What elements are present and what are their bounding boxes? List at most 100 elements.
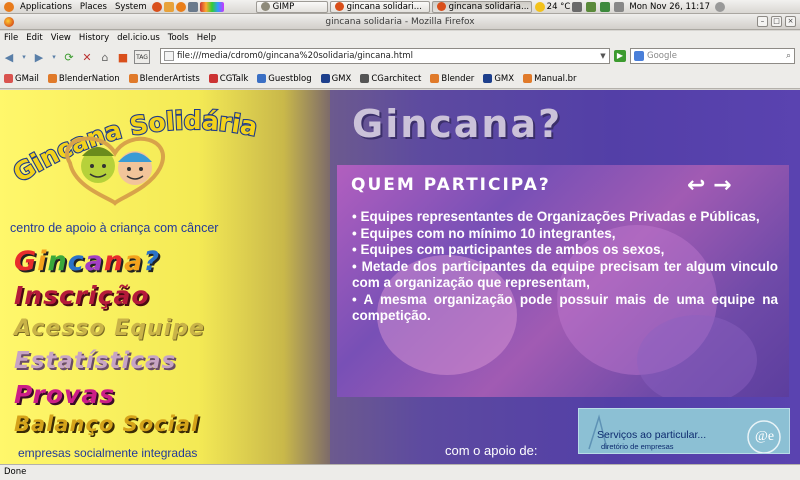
menu-tools[interactable]: Tools	[164, 33, 193, 43]
power-icon[interactable]	[715, 1, 725, 12]
firefox-icon	[334, 2, 344, 11]
url-dropdown-icon[interactable]: ▼	[597, 52, 609, 60]
nav-gincana-letter: ?	[143, 246, 161, 277]
ubuntu-logo-icon[interactable]	[4, 1, 14, 12]
firefox-launcher-icon[interactable]	[151, 1, 162, 12]
list-item: • Metade dos participantes da equipe pre…	[352, 258, 778, 291]
back-history-dropdown-icon[interactable]: ▾	[20, 50, 28, 64]
gmx-icon	[320, 74, 330, 83]
bookmark-cgarchitect[interactable]: CGarchitect	[360, 74, 421, 84]
site-logo[interactable]: Gincana Solidária	[10, 98, 330, 208]
stop-icon[interactable]: ✕	[80, 50, 94, 64]
window-title: gincana solidaria - Mozilla Firefox	[325, 16, 475, 27]
left-sidebar: Gincana Solidária centro de apoio à cria…	[0, 90, 330, 464]
back-icon[interactable]: ◀	[2, 50, 16, 64]
weather-sun-icon[interactable]	[534, 1, 545, 12]
taskbar-item-gincana-1[interactable]: gincana solidari...	[329, 0, 430, 13]
forward-history-dropdown-icon[interactable]: ▾	[50, 50, 58, 64]
system-menu[interactable]: System	[111, 2, 151, 12]
clock[interactable]: Mon Nov 26, 11:17	[629, 2, 710, 12]
bookmark-blender[interactable]: Blender	[430, 74, 474, 84]
url-bar[interactable]: file:///media/cdrom0/gincana%20solidaria…	[160, 48, 610, 64]
menu-view[interactable]: View	[47, 33, 75, 43]
bookmark-guestblog[interactable]: Guestblog	[257, 74, 312, 84]
forward-icon[interactable]: ▶	[32, 50, 46, 64]
menu-delicious[interactable]: del.icio.us	[113, 33, 164, 43]
go-button-icon[interactable]: ▶	[614, 50, 626, 62]
sponsor-banner[interactable]: @e Serviços ao particular... diretório d…	[578, 408, 790, 454]
menu-history[interactable]: History	[75, 33, 113, 43]
close-icon[interactable]: ×	[785, 16, 796, 27]
bookmark-gmail[interactable]: GMail	[4, 74, 39, 84]
nav-link-balanco-social[interactable]: Balanço Social	[14, 412, 199, 436]
update-icon[interactable]	[586, 1, 597, 12]
volume-icon[interactable]	[614, 1, 625, 12]
menubar: File Edit View History del.icio.us Tools…	[0, 31, 800, 45]
menu-file[interactable]: File	[0, 33, 22, 43]
gnome-top-panel: Applications Places System GIMP gincana …	[0, 0, 800, 14]
network-icon[interactable]	[600, 1, 611, 12]
search-engine-icon[interactable]	[634, 51, 644, 61]
participants-list: • Equipes representantes de Organizações…	[352, 209, 778, 325]
nav-gincana-letter: n	[47, 246, 68, 277]
firefox-window-icon[interactable]	[4, 17, 14, 27]
sponsor-name: Serviços ao particular...	[597, 429, 707, 441]
gimp-icon	[260, 2, 270, 11]
nav-link-provas[interactable]: Provas	[14, 380, 115, 409]
tag-button[interactable]: TAG	[134, 50, 150, 64]
nav-link-acesso-equipe[interactable]: Acesso Equipe	[14, 316, 205, 341]
nav-gincana-letter: n	[103, 246, 125, 277]
nav-gincana-letter: a	[124, 246, 144, 277]
nav-link-estatisticas[interactable]: Estatísticas	[14, 348, 176, 374]
status-text: Done	[4, 467, 27, 477]
bookmark-cgtalk[interactable]: CGTalk	[208, 74, 248, 84]
list-item: • Equipes com participantes de ambos os …	[352, 242, 665, 257]
page-favicon-icon	[164, 51, 174, 61]
maximize-icon[interactable]: □	[771, 16, 782, 27]
window-buttons: – □ ×	[757, 16, 796, 27]
menu-help[interactable]: Help	[193, 33, 220, 43]
gmx-icon	[483, 74, 493, 83]
menu-edit[interactable]: Edit	[22, 33, 46, 43]
bookmark-gmx-1[interactable]: GMX	[320, 74, 351, 84]
info-panel: QUEM PARTICIPA? ↩ → • Equipes representa…	[337, 165, 789, 397]
guestblog-icon	[257, 74, 267, 83]
window-titlebar[interactable]: gincana solidaria - Mozilla Firefox – □ …	[0, 14, 800, 30]
bookmark-manual-br[interactable]: Manual.br	[523, 74, 577, 84]
blender-launcher-icon[interactable]	[175, 1, 186, 12]
footer-tagline: empresas socialmente integradas	[18, 446, 198, 460]
bookmark-blenderartists[interactable]: BlenderArtists	[128, 74, 200, 84]
home-icon[interactable]: ⌂	[98, 50, 112, 64]
places-menu[interactable]: Places	[76, 2, 111, 12]
reload-icon[interactable]: ⟳	[62, 50, 76, 64]
gmail-icon	[4, 74, 13, 83]
weather-temperature[interactable]: 24 °C	[547, 2, 571, 12]
bookmark-blendernation[interactable]: BlenderNation	[47, 74, 120, 84]
minimize-icon[interactable]: –	[757, 16, 768, 27]
cgtalk-icon	[208, 74, 218, 83]
search-magnifier-icon[interactable]: ⌕	[786, 51, 791, 61]
url-text[interactable]: file:///media/cdrom0/gincana%20solidaria…	[177, 51, 413, 61]
search-box[interactable]: Google ⌕	[630, 48, 795, 64]
search-placeholder[interactable]: Google	[647, 51, 677, 61]
nav-link-gincana[interactable]: Gincana?	[14, 246, 160, 277]
page-content: Gincana Solidária centro de apoio à cria…	[0, 90, 800, 464]
gimp-launcher-icon[interactable]	[163, 1, 174, 12]
bookmark-gmx-2[interactable]: GMX	[483, 74, 514, 84]
system-monitor-icon[interactable]	[199, 1, 224, 12]
nav-gincana-letter: a	[84, 246, 104, 277]
list-item: • Equipes representantes de Organizações…	[352, 209, 760, 224]
taskbar-item-gimp[interactable]: GIMP	[255, 0, 328, 13]
bookmarks-toolbar: GMail BlenderNation BlenderArtists CGTal…	[0, 69, 800, 89]
applications-menu[interactable]: Applications	[16, 2, 76, 12]
keyboard-icon[interactable]	[572, 1, 583, 12]
nav-link-inscricao[interactable]: Inscrição	[14, 281, 150, 310]
nav-gincana-letter: G	[14, 246, 38, 277]
status-bar: Done	[0, 464, 800, 480]
nav-gincana-letter: i	[37, 246, 48, 277]
taskbar-item-gincana-2[interactable]: gincana solidaria...	[431, 0, 532, 13]
delicious-icon[interactable]: ■	[116, 50, 130, 64]
firefox-icon	[436, 2, 446, 11]
sponsor-label: com o apoio de:	[445, 443, 538, 458]
terminal-launcher-icon[interactable]	[187, 1, 198, 12]
